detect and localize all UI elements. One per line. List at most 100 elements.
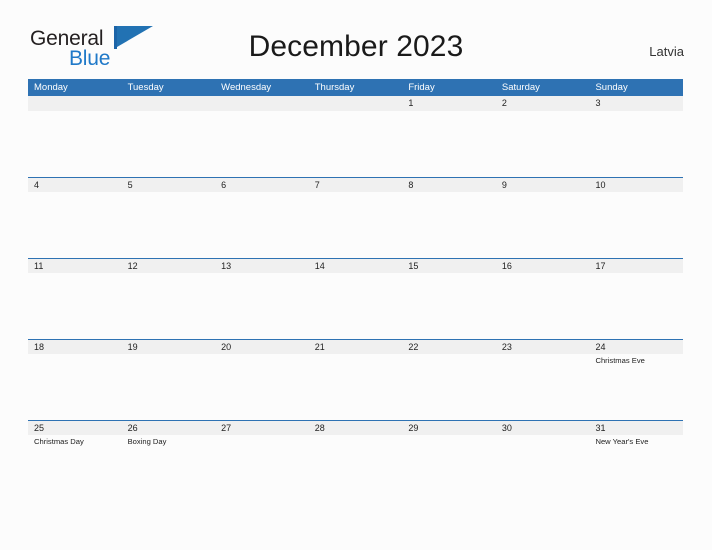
day-cell <box>402 354 496 420</box>
day-number-24[interactable]: 24 <box>589 340 683 354</box>
day-cell: New Year's Eve <box>589 435 683 501</box>
day-number-27[interactable]: 27 <box>215 421 309 435</box>
day-number-empty <box>215 96 309 111</box>
calendar-week-row: 123 <box>28 96 683 177</box>
day-cell <box>402 435 496 501</box>
day-number-empty <box>122 96 216 111</box>
week-event-band <box>28 273 683 339</box>
day-number-2[interactable]: 2 <box>496 96 590 111</box>
day-cell <box>402 192 496 258</box>
weekday-header-sunday: Sunday <box>595 82 628 93</box>
day-number-31[interactable]: 31 <box>589 421 683 435</box>
weekday-header-tuesday: Tuesday <box>127 82 164 93</box>
day-cell <box>28 111 122 177</box>
day-number-10[interactable]: 10 <box>589 178 683 192</box>
calendar-week-row: 25 26 27 28 29 30 31 Christmas Day Boxing Day New… <box>28 420 683 501</box>
day-number-21[interactable]: 21 <box>309 340 403 354</box>
day-cell <box>215 354 309 420</box>
week-date-band: 123 <box>28 96 683 111</box>
day-cell <box>496 273 590 339</box>
week-event-band: Christmas Day Boxing Day New Year's Eve <box>28 435 683 501</box>
day-number-9[interactable]: 9 <box>496 178 590 192</box>
day-cell <box>589 192 683 258</box>
day-number-5[interactable]: 5 <box>122 178 216 192</box>
holiday-label: Christmas Day <box>34 437 84 446</box>
day-number-17[interactable]: 17 <box>589 259 683 273</box>
calendar-week-row: 11 12 13 14 15 16 17 <box>28 258 683 339</box>
day-cell <box>215 111 309 177</box>
day-number-7[interactable]: 7 <box>309 178 403 192</box>
day-number-3[interactable]: 3 <box>589 96 683 111</box>
holiday-label: New Year's Eve <box>595 437 649 446</box>
day-cell <box>309 111 403 177</box>
weekday-header-friday: Friday <box>408 82 435 93</box>
day-cell <box>309 435 403 501</box>
day-cell <box>215 273 309 339</box>
holiday-label: Boxing Day <box>127 437 167 446</box>
day-cell <box>28 192 122 258</box>
day-number-28[interactable]: 28 <box>309 421 403 435</box>
day-cell <box>215 435 309 501</box>
day-number-8[interactable]: 8 <box>402 178 496 192</box>
day-cell <box>589 273 683 339</box>
week-event-band: Christmas Eve <box>28 354 683 420</box>
day-number-14[interactable]: 14 <box>309 259 403 273</box>
day-number-13[interactable]: 13 <box>215 259 309 273</box>
day-number-1[interactable]: 1 <box>402 96 496 111</box>
day-number-12[interactable]: 12 <box>122 259 216 273</box>
week-event-band <box>28 192 683 258</box>
day-cell: Boxing Day <box>122 435 216 501</box>
week-event-band <box>28 111 683 177</box>
week-date-band: 18 19 20 21 22 23 24 <box>28 339 683 354</box>
calendar-page: General Blue December 2023 Latvia Monday… <box>0 0 712 550</box>
day-number-30[interactable]: 30 <box>496 421 590 435</box>
weekday-header-wednesday: Wednesday <box>221 82 272 93</box>
day-cell <box>496 435 590 501</box>
day-cell <box>309 273 403 339</box>
day-number-16[interactable]: 16 <box>496 259 590 273</box>
day-cell <box>309 354 403 420</box>
day-number-empty <box>309 96 403 111</box>
day-number-empty <box>28 96 122 111</box>
weekday-header-row: Monday Tuesday Wednesday Thursday Friday Satu… <box>28 79 683 96</box>
calendar-week-row: 4 5 6 7 8 9 10 <box>28 177 683 258</box>
day-cell <box>122 273 216 339</box>
day-cell <box>122 192 216 258</box>
day-cell <box>122 354 216 420</box>
holiday-label: Christmas Eve <box>595 356 645 365</box>
calendar-weeks: 1 2 3 4 5 6 7 8 9 10 11 12 13 14 15 16 17 18 19 20 21 22 23 24 C… <box>28 96 683 501</box>
day-number-20[interactable]: 20 <box>215 340 309 354</box>
calendar-week-row: 18 19 20 21 22 23 24 Christmas Eve <box>28 339 683 420</box>
day-number-25[interactable]: 25 <box>28 421 122 435</box>
day-cell <box>122 111 216 177</box>
day-cell: Christmas Eve <box>589 354 683 420</box>
day-cell <box>28 354 122 420</box>
day-number-18[interactable]: 18 <box>28 340 122 354</box>
day-number-19[interactable]: 19 <box>122 340 216 354</box>
weekday-header-saturday: Saturday <box>501 82 540 93</box>
day-number-4[interactable]: 4 <box>28 178 122 192</box>
page-title: December 2023 <box>248 30 464 63</box>
week-date-band: 11 12 13 14 15 16 17 <box>28 258 683 273</box>
day-cell <box>215 192 309 258</box>
day-number-26[interactable]: 26 <box>122 421 216 435</box>
week-date-band: 4 5 6 7 8 9 10 <box>28 177 683 192</box>
calendar-grid: Monday Tuesday Wednesday Thursday Friday Satu… <box>28 79 683 501</box>
day-number-6[interactable]: 6 <box>215 178 309 192</box>
page-header: General Blue December 2023 Latvia <box>0 0 712 69</box>
day-cell: Christmas Day <box>28 435 122 501</box>
day-cell <box>589 111 683 177</box>
day-cell <box>496 192 590 258</box>
day-cell <box>496 111 590 177</box>
day-number-23[interactable]: 23 <box>496 340 590 354</box>
weekday-header-thursday: Thursday <box>314 82 355 93</box>
day-number-11[interactable]: 11 <box>28 259 122 273</box>
country-label: Latvia <box>649 44 684 59</box>
day-cell <box>402 273 496 339</box>
day-number-15[interactable]: 15 <box>402 259 496 273</box>
day-number-29[interactable]: 29 <box>402 421 496 435</box>
day-number-22[interactable]: 22 <box>402 340 496 354</box>
day-cell <box>402 111 496 177</box>
day-cell <box>28 273 122 339</box>
day-cell <box>309 192 403 258</box>
